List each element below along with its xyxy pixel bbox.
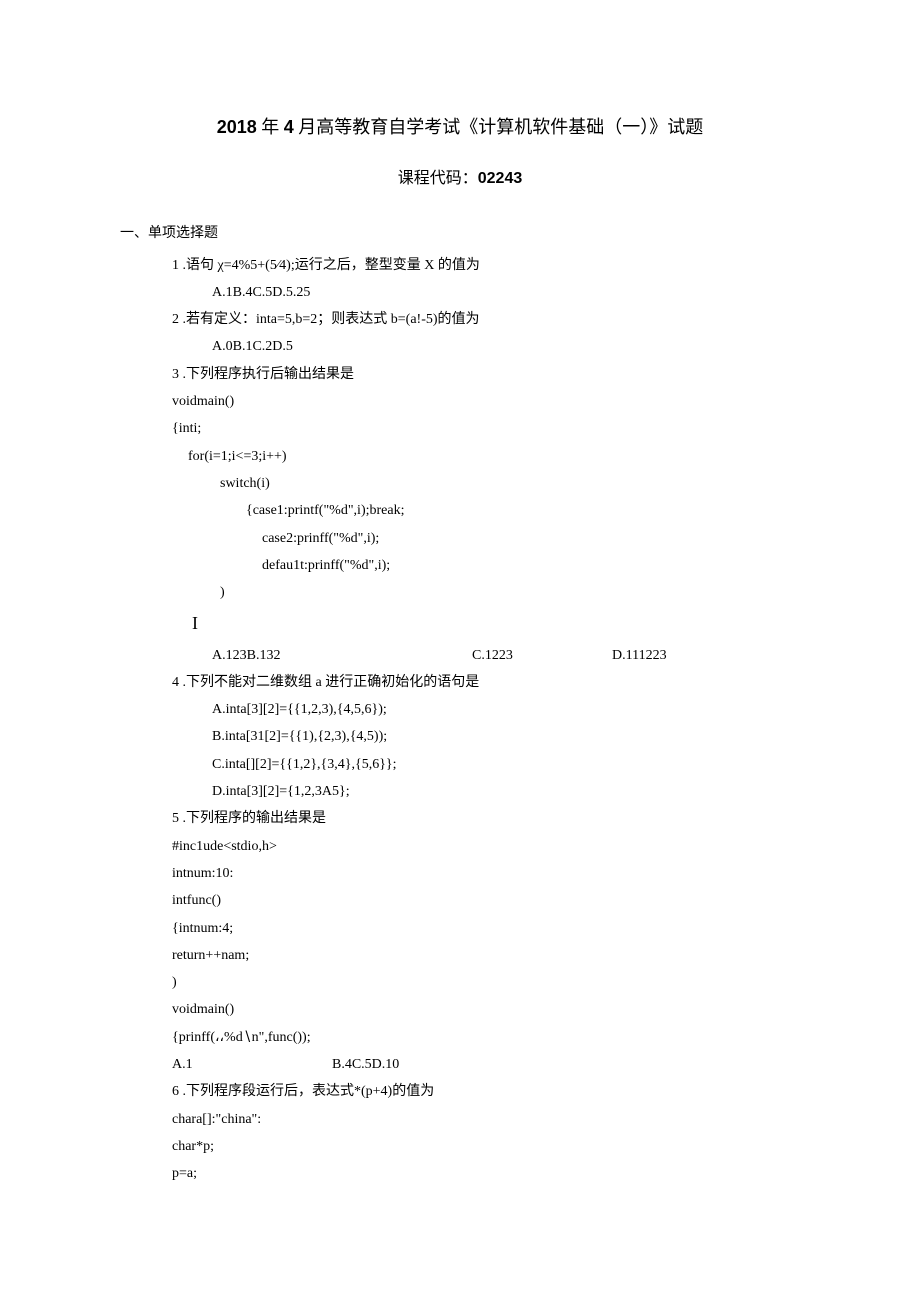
title-year: 2018 bbox=[217, 117, 257, 137]
q3-opt-d: D.111223 bbox=[612, 642, 667, 669]
q5-code-6: ) bbox=[120, 969, 800, 996]
q5-code-8: {prinff(،،%d∖n",func()); bbox=[120, 1024, 800, 1051]
title-rest: 月高等教育自学考试《计算机软件基础（一）》试题 bbox=[294, 117, 704, 137]
q4-opt-b: B.inta[31[2]={{1),{2,3),{4,5)); bbox=[120, 723, 800, 750]
q3-code-3: for(i=1;i<=3;i++) bbox=[120, 443, 800, 470]
course-code-label: 课程代码： bbox=[398, 170, 478, 187]
q5-opt-rest: B.4C.5D.10 bbox=[332, 1051, 399, 1078]
q3-code-1: voidmain() bbox=[120, 388, 800, 415]
q3-code-5: {case1:printf("%d",i);break; bbox=[120, 497, 800, 524]
q3-code-9: I bbox=[120, 606, 800, 641]
q3-code-8: ) bbox=[120, 579, 800, 606]
title-month: 4 bbox=[284, 117, 294, 137]
q5-code-1: #inc1ude<stdio,h> bbox=[120, 833, 800, 860]
q5-code-3: intfunc() bbox=[120, 887, 800, 914]
title-mid1: 年 bbox=[257, 117, 284, 137]
q3-options: A.123B.132C.1223D.111223 bbox=[120, 642, 800, 669]
q6-code-3: p=a; bbox=[120, 1160, 800, 1187]
q2-options: A.0B.1C.2D.5 bbox=[120, 333, 800, 360]
page-title: 2018 年 4 月高等教育自学考试《计算机软件基础（一）》试题 bbox=[120, 110, 800, 145]
section-1-heading: 一、单项选择题 bbox=[120, 220, 800, 247]
q4-opt-c: C.inta[][2]={{1,2},{3,4},{5,6}}; bbox=[120, 751, 800, 778]
q5-code-7: voidmain() bbox=[120, 996, 800, 1023]
q4-opt-d: D.inta[3][2]={1,2,3A5}; bbox=[120, 778, 800, 805]
q5-options: A.1B.4C.5D.10 bbox=[120, 1051, 800, 1078]
q3-stem: 3 .下列程序执行后输出结果是 bbox=[140, 361, 800, 388]
q3-code-6: case2:prinff("%d",i); bbox=[120, 525, 800, 552]
q3-opt-c: C.1223 bbox=[472, 642, 612, 669]
q3-opt-ab: A.123B.132 bbox=[212, 642, 472, 669]
q2-stem: 2 .若有定义：inta=5,b=2；则表达式 b=(a!-5)的值为 bbox=[140, 306, 800, 333]
course-code: 02243 bbox=[478, 170, 523, 187]
exam-page: 2018 年 4 月高等教育自学考试《计算机软件基础（一）》试题 课程代码：02… bbox=[0, 0, 920, 1247]
q5-opt-a: A.1 bbox=[172, 1051, 332, 1078]
q1-stem: 1 .语句 χ=4%5+(5⁄4);运行之后，整型变量 X 的值为 bbox=[140, 252, 800, 279]
q5-code-5: return++nam; bbox=[120, 942, 800, 969]
q6-code-2: char*p; bbox=[120, 1133, 800, 1160]
q6-stem: 6 .下列程序段运行后，表达式*(p+4)的值为 bbox=[140, 1078, 800, 1105]
q1-options: A.1B.4C.5D.5.25 bbox=[120, 279, 800, 306]
q5-code-4: {intnum:4; bbox=[120, 915, 800, 942]
q4-opt-a: A.inta[3][2]={{1,2,3),{4,5,6}); bbox=[120, 696, 800, 723]
content: 一、单项选择题 1 .语句 χ=4%5+(5⁄4);运行之后，整型变量 X 的值… bbox=[120, 220, 800, 1187]
q4-stem: 4 .下列不能对二维数组 a 进行正确初始化的语句是 bbox=[140, 669, 800, 696]
q3-code-7: defau1t:prinff("%d",i); bbox=[120, 552, 800, 579]
q6-code-1: chara[]:"china": bbox=[120, 1106, 800, 1133]
q5-code-2: intnum:10: bbox=[120, 860, 800, 887]
q3-code-2: {inti; bbox=[120, 415, 800, 442]
q5-stem: 5 .下列程序的输出结果是 bbox=[140, 805, 800, 832]
subtitle: 课程代码：02243 bbox=[120, 163, 800, 194]
q3-code-4: switch(i) bbox=[120, 470, 800, 497]
